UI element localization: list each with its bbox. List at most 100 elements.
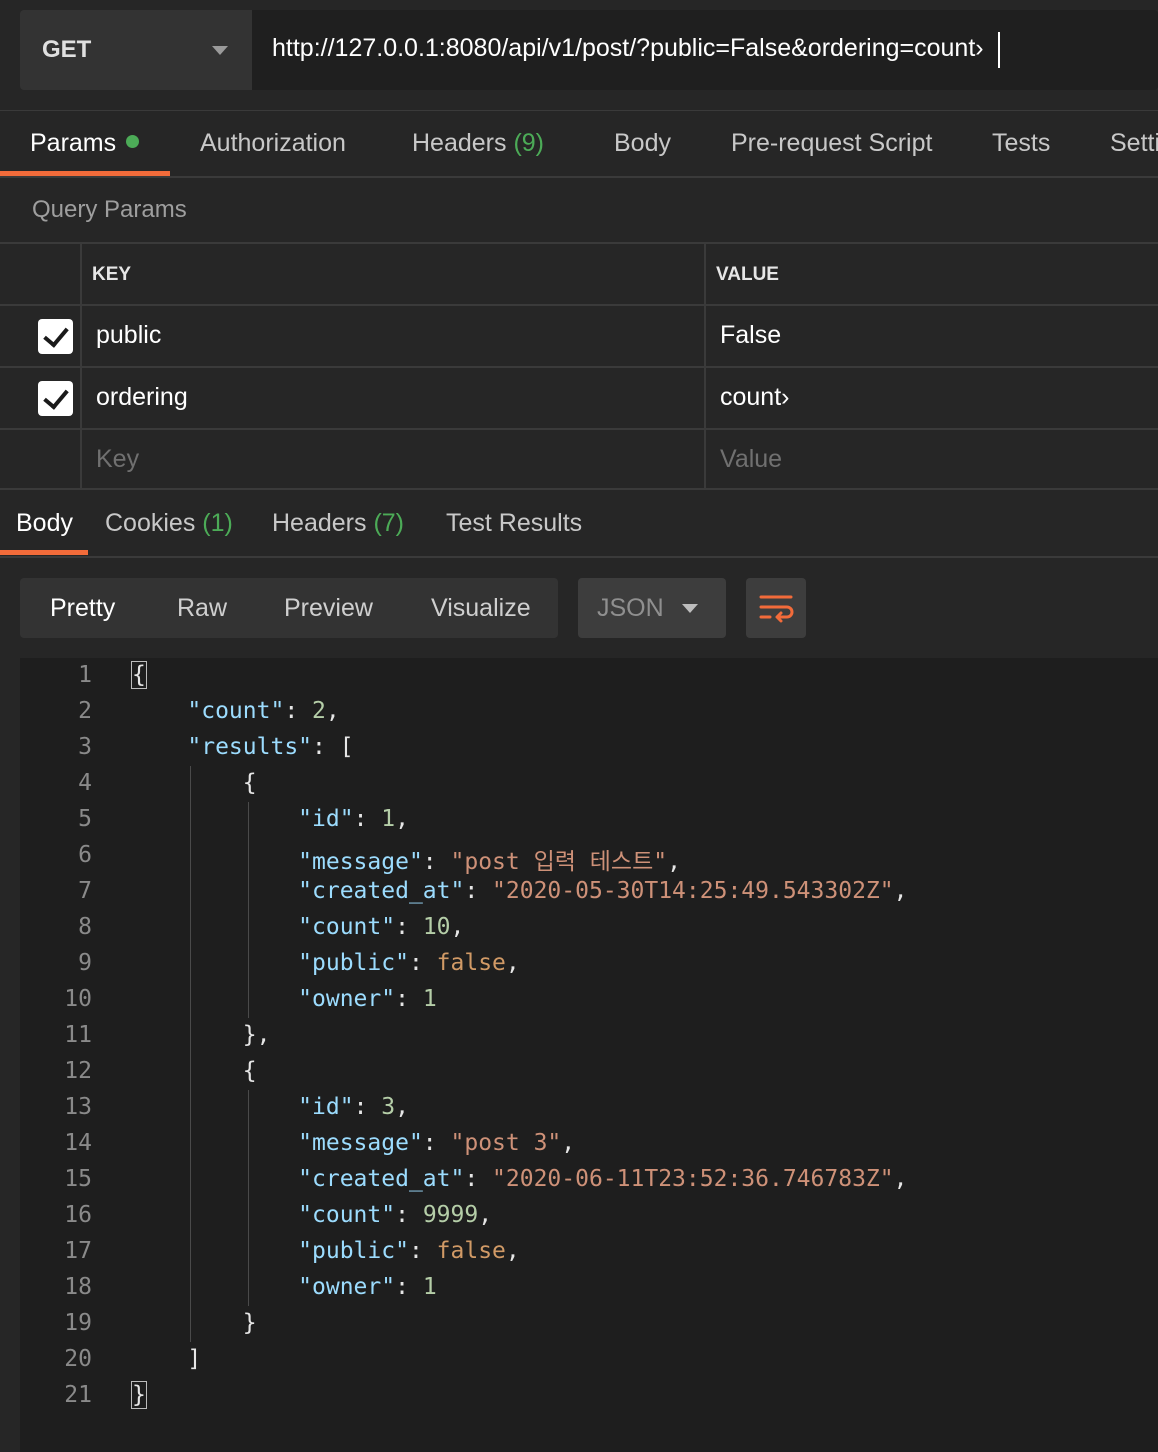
code-line: "count": 9999, <box>298 1202 493 1228</box>
param-row-empty[interactable]: Key Value <box>0 428 1158 490</box>
tab-authorization[interactable]: Authorization <box>200 129 346 158</box>
chevron-down-icon <box>212 46 228 55</box>
request-tabs: Params Authorization Headers (9) Body Pr… <box>0 110 1158 178</box>
param-key[interactable]: ordering <box>96 383 188 412</box>
param-row[interactable]: ordering count› <box>0 366 1158 428</box>
tab-label: Setti <box>1110 129 1158 157</box>
code-line: "owner": 1 <box>298 1274 437 1300</box>
line-number: 4 <box>78 770 92 796</box>
key-column-header: KEY <box>92 264 132 285</box>
line-number: 13 <box>64 1094 92 1120</box>
view-mode-group: Pretty Raw Preview Visualize <box>20 578 558 638</box>
line-number: 5 <box>78 806 92 832</box>
code-line: "id": 3, <box>298 1094 409 1120</box>
line-number: 21 <box>64 1382 92 1408</box>
url-bar: GET http://127.0.0.1:8080/api/v1/post/?p… <box>0 0 1158 110</box>
raw-button[interactable]: Raw <box>177 594 227 623</box>
param-key[interactable]: public <box>96 321 161 350</box>
tab-tests[interactable]: Tests <box>992 129 1050 158</box>
code-line: } <box>132 1310 257 1336</box>
tab-params[interactable]: Params <box>30 129 140 158</box>
code-line: "results": [ <box>187 734 354 760</box>
line-number: 1 <box>78 662 92 688</box>
line-number: 16 <box>64 1202 92 1228</box>
url-input[interactable]: http://127.0.0.1:8080/api/v1/post/?publi… <box>252 10 1158 90</box>
active-tab-indicator <box>0 171 170 176</box>
code-line: "message": "post 입력 테스트", <box>298 849 681 875</box>
tab-body[interactable]: Body <box>614 129 671 158</box>
tab-cookies[interactable]: Cookies (1) <box>105 509 233 538</box>
code-line: { <box>132 1058 257 1084</box>
tab-label: Headers <box>412 129 507 157</box>
tab-settings[interactable]: Setti <box>1110 129 1158 158</box>
param-value[interactable]: count› <box>720 383 789 412</box>
param-checkbox[interactable] <box>38 381 73 416</box>
line-number: 19 <box>64 1310 92 1336</box>
code-line: "id": 1, <box>298 806 409 832</box>
method-select[interactable]: GET <box>20 10 252 90</box>
code-line: "owner": 1 <box>298 986 437 1012</box>
code-line: "count": 2, <box>187 698 340 724</box>
tab-count: (7) <box>373 509 405 537</box>
tab-label: Test Results <box>446 509 583 537</box>
text-cursor <box>998 32 1000 68</box>
tab-pre-request-script[interactable]: Pre-request Script <box>731 129 932 158</box>
tab-label: Body <box>614 129 671 157</box>
tab-label: Params <box>30 129 117 157</box>
tab-test-results[interactable]: Test Results <box>446 509 582 538</box>
response-body-editor[interactable]: 1 2 3 4 5 6 7 8 9 10 11 12 13 14 15 16 17 18 19 20 21 { "cou… <box>20 658 1158 1452</box>
line-number: 2 <box>78 698 92 724</box>
query-params-title: Query Params <box>32 196 187 223</box>
code-line: "count": 10, <box>298 914 465 940</box>
indent-guide <box>248 802 249 1018</box>
column-divider[interactable] <box>704 242 706 490</box>
format-select[interactable]: JSON <box>578 578 726 638</box>
param-value[interactable]: False <box>720 321 781 350</box>
code-line: ] <box>132 1346 202 1372</box>
tab-label: Headers <box>272 509 367 537</box>
tab-response-body[interactable]: Body <box>16 509 73 538</box>
params-header-row: KEY VALUE <box>0 242 1158 304</box>
tab-label: Body <box>16 509 73 537</box>
line-number: 11 <box>64 1022 92 1048</box>
tab-label: Authorization <box>200 129 346 157</box>
line-number: 15 <box>64 1166 92 1192</box>
wrap-lines-icon <box>759 595 794 623</box>
line-number: 17 <box>64 1238 92 1264</box>
tab-count: (1) <box>202 509 233 537</box>
code-line: { <box>131 661 147 689</box>
preview-button[interactable]: Preview <box>284 594 373 623</box>
line-number: 3 <box>78 734 92 760</box>
active-tab-indicator <box>0 550 88 555</box>
code-line: }, <box>132 1022 271 1048</box>
line-number: 6 <box>78 842 92 868</box>
value-column-header: VALUE <box>716 264 779 285</box>
url-text: http://127.0.0.1:8080/api/v1/post/?publi… <box>272 34 984 62</box>
tab-count: (9) <box>513 129 545 157</box>
line-number: 18 <box>64 1274 92 1300</box>
pretty-button[interactable]: Pretty <box>50 594 115 623</box>
param-key-placeholder[interactable]: Key <box>96 445 139 474</box>
tab-label: Tests <box>992 129 1051 157</box>
response-tabs: Body Cookies (1) Headers (7) Test Result… <box>0 492 1158 558</box>
tab-headers[interactable]: Headers (9) <box>412 129 544 158</box>
tab-response-headers[interactable]: Headers (7) <box>272 509 404 538</box>
line-number: 14 <box>64 1130 92 1156</box>
params-active-dot-icon <box>126 135 140 148</box>
code-line: { <box>132 770 257 796</box>
indent-guide <box>248 1090 249 1306</box>
tab-label: Cookies <box>105 509 196 537</box>
visualize-button[interactable]: Visualize <box>431 594 531 623</box>
param-row[interactable]: public False <box>0 304 1158 366</box>
line-number: 8 <box>78 914 92 940</box>
line-number: 7 <box>78 878 92 904</box>
column-divider <box>80 242 82 490</box>
code-line: } <box>131 1381 147 1409</box>
line-number: 12 <box>64 1058 92 1084</box>
line-number: 9 <box>78 950 92 976</box>
tab-label: Pre-request Script <box>731 129 933 157</box>
param-value-placeholder[interactable]: Value <box>720 445 782 474</box>
param-checkbox[interactable] <box>38 319 73 354</box>
line-number: 10 <box>64 986 92 1012</box>
wrap-lines-button[interactable] <box>746 578 806 638</box>
